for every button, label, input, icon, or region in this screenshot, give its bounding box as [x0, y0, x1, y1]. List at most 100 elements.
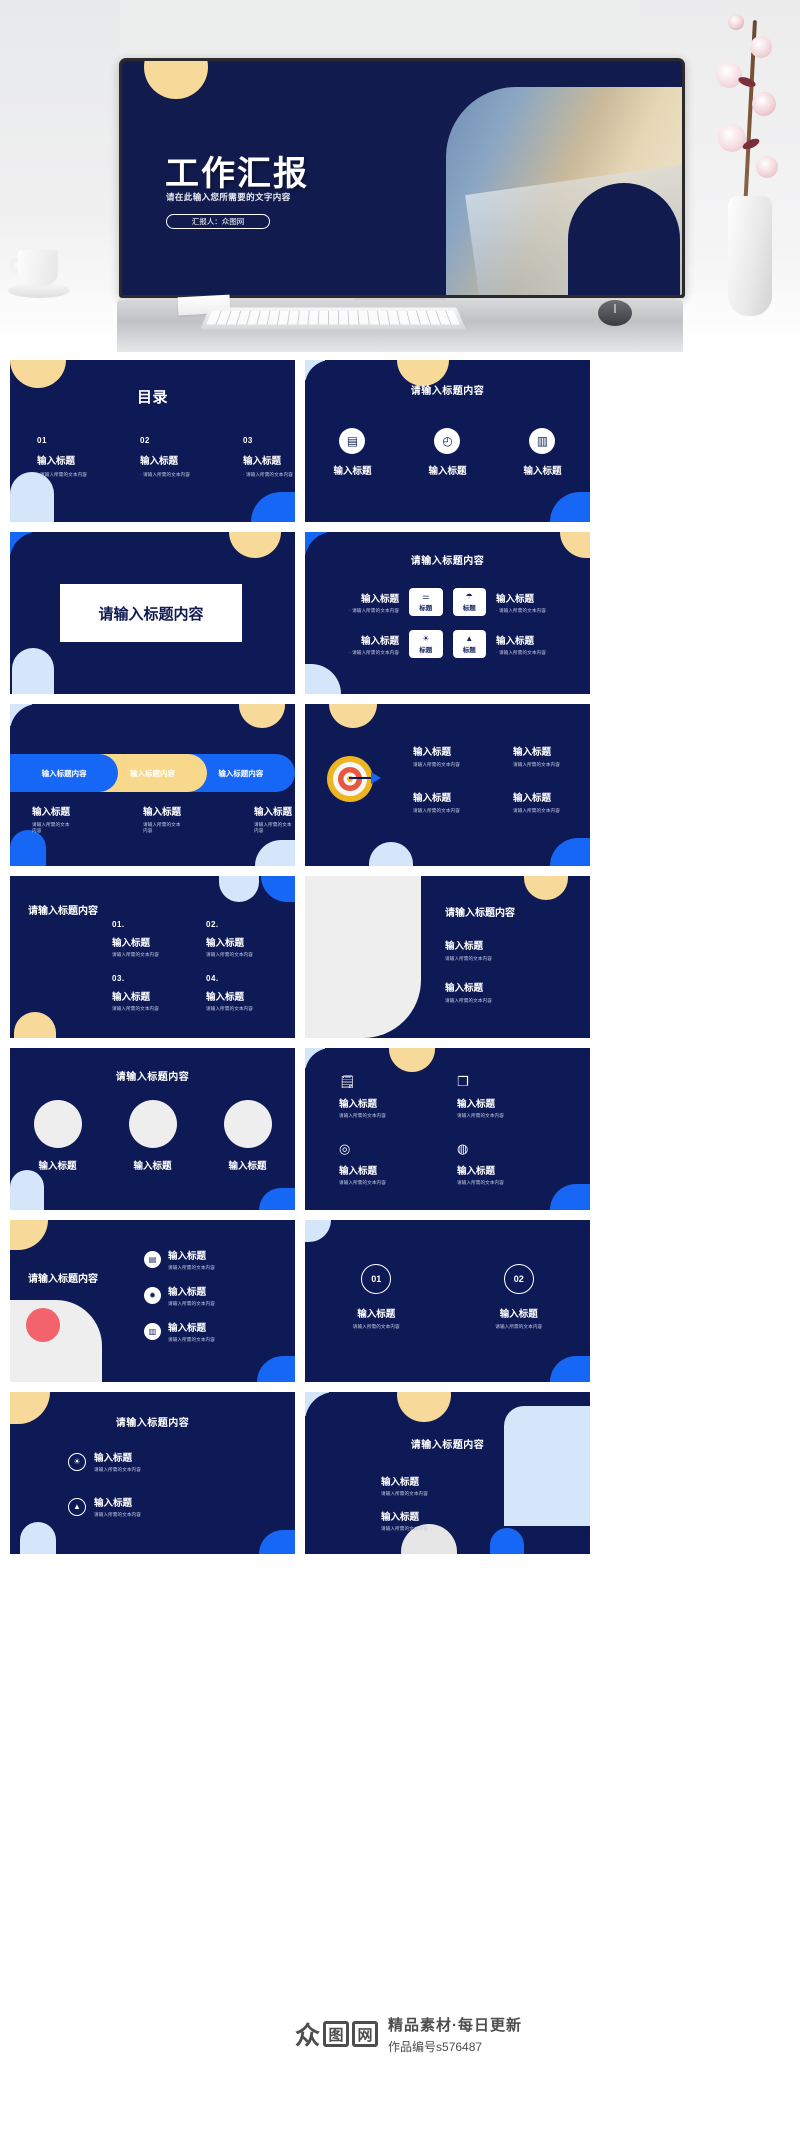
item-title: 输入标题: [381, 1512, 420, 1523]
item-body: 请输入所需的文本内容: [94, 1467, 141, 1472]
numbered-item: 03. 输入标题 请输入所需的文本内容: [112, 974, 190, 1012]
target-item: 输入标题 请输入所需的文本内容: [413, 744, 493, 768]
light-blue-decoration: [504, 1406, 590, 1526]
item-number: 04.: [206, 974, 219, 983]
blue-decoration: [259, 1530, 295, 1554]
list-item: 输入标题 请输入所需的文本内容: [445, 980, 492, 1004]
toc-number: 02: [139, 436, 150, 445]
detail-body: 请输入所需的文本内容: [32, 822, 70, 833]
slide-thumbnail-section-divider[interactable]: 请输入标题内容: [10, 532, 295, 694]
slide-row: 目录 01 输入标题 请输入所需的文本内容 02 输入标题 请输入所需的文本内容…: [10, 360, 790, 522]
toc-item[interactable]: 01 输入标题 请输入所需的文本内容: [37, 436, 87, 478]
icon-item-label: 输入标题: [333, 466, 372, 477]
blossom-icon: [752, 92, 776, 116]
image-circle: [223, 1100, 272, 1148]
chip-item[interactable]: 输入标题 请输入所需的文本内容: [321, 633, 399, 656]
item-body: 请输入所需的文本内容: [168, 1301, 215, 1306]
blossom-icon: [756, 156, 778, 178]
dumbbell-icon[interactable]: ⚌ 标题: [409, 588, 443, 616]
item-number: 02: [503, 1264, 534, 1294]
slide-row: 请输入标题内容 ▤ 输入标题 请输入所需的文本内容 ✹ 输入标题 请输入所需的文…: [10, 1220, 790, 1382]
watermark: 众 图 网 精品素材·每日更新 作品编号s576487: [281, 1992, 800, 2076]
chip-body: 请输入所需的文本内容: [496, 608, 574, 614]
slide-thumbnail-toc[interactable]: 目录 01 输入标题 请输入所需的文本内容 02 输入标题 请输入所需的文本内容…: [10, 360, 295, 522]
toc-body: 请输入所需的文本内容: [243, 472, 293, 478]
slide-thumbnail-title-left-list[interactable]: 请输入标题内容 ▤ 输入标题 请输入所需的文本内容 ✹ 输入标题 请输入所需的文…: [10, 1220, 295, 1382]
hero-mockup: 工作汇报 请在此输入您所需要的文字内容 汇报人：众图网 : [0, 0, 800, 352]
slide-thumbnail-numbered-four[interactable]: 请输入标题内容 01. 输入标题 请输入所需的文本内容 02. 输入标题 请输入…: [10, 876, 295, 1038]
yellow-circle-decoration: [329, 704, 377, 728]
chip-item[interactable]: 输入标题 请输入所需的文本内容: [321, 591, 399, 614]
warning-icon[interactable]: ▲ 标题: [452, 630, 486, 658]
slide-title: 请输入标题内容: [28, 1274, 98, 1285]
blue-decoration: [550, 1184, 590, 1210]
slide-thumbnail-target[interactable]: 输入标题 请输入所需的文本内容 输入标题 请输入所需的文本内容 输入标题 请输入…: [305, 704, 590, 866]
item-title: 输入标题: [445, 941, 484, 952]
icon-item[interactable]: ◴ 输入标题: [428, 428, 467, 477]
line-icon-item: ◍ 输入标题 请输入所需的文本内容: [457, 1141, 565, 1186]
item-body: 请输入所需的文本内容: [168, 1265, 215, 1270]
logo-char-zhong: 众: [295, 2022, 321, 2050]
toc-number: 03: [242, 436, 253, 445]
item-body: 请输入所需的文本内容: [381, 1526, 428, 1531]
item-title: 输入标题: [112, 938, 151, 949]
item-body: 请输入所需的文本内容: [413, 808, 460, 813]
chip-item[interactable]: 输入标题 请输入所需的文本内容: [496, 633, 574, 656]
mouse-cable: [470, 316, 598, 328]
icon-item[interactable]: ▤ 输入标题: [333, 428, 372, 477]
chip-title: 输入标题: [495, 593, 534, 605]
light-blue-decoration: [305, 1220, 331, 1242]
line-icon-item: ❐ 输入标题 请输入所需的文本内容: [457, 1074, 565, 1119]
bulb-icon: ☀: [68, 1452, 86, 1471]
blue-decoration: [261, 876, 295, 902]
line-icon-item: 🗒 输入标题 请输入所需的文本内容: [339, 1074, 447, 1119]
slide-thumbnail-two-icons-left[interactable]: 请输入标题内容 ☀ 输入标题 请输入所需的文本内容 ▲ 输入标题 请输入所需的文…: [10, 1392, 295, 1554]
item-title: 输入标题: [381, 1477, 420, 1488]
target-item: 输入标题 请输入所需的文本内容: [513, 790, 590, 814]
tab-1[interactable]: 输入标题内容: [10, 754, 119, 792]
icon-item[interactable]: ▥ 输入标题: [523, 428, 562, 477]
list-item: 输入标题 请输入所需的文本内容: [381, 1474, 428, 1497]
warning-icon: ▲: [68, 1497, 86, 1516]
toc-item[interactable]: 03 输入标题 请输入所需的文本内容: [243, 436, 293, 478]
slide-thumbnail-two-numbers[interactable]: 01 输入标题 请输入所需的文本内容 02 输入标题 请输入所需的文本内容: [305, 1220, 590, 1382]
item-body: 请输入所需的文本内容: [513, 808, 560, 813]
light-blue-decoration: [255, 840, 295, 866]
toc-item[interactable]: 02 输入标题 请输入所需的文本内容: [140, 436, 190, 478]
light-blue-decoration: [12, 648, 54, 694]
slide-thumbnail-end[interactable]: 请输入标题内容 输入标题 请输入所需的文本内容 输入标题 请输入所需的文本内容: [305, 1392, 590, 1554]
slide-thumbnail-three-icons[interactable]: 请输入标题内容 ▤ 输入标题 ◴ 输入标题 ▥ 输入标题: [305, 360, 590, 522]
blossom-icon: [728, 14, 744, 30]
yellow-circle-decoration: [239, 704, 285, 728]
item-title: 输入标题: [168, 1251, 207, 1262]
lightbulb-icon[interactable]: ☀ 标题: [409, 630, 443, 658]
item-number: 01.: [112, 920, 125, 929]
blue-decoration: [550, 1356, 590, 1382]
slide-thumbnail-image-left[interactable]: 请输入标题内容 输入标题 请输入所需的文本内容 输入标题 请输入所需的文本内容: [305, 876, 590, 1038]
hero-title: 工作汇报: [165, 155, 309, 193]
slide-title: 目录: [136, 389, 168, 406]
chip-item[interactable]: 输入标题 请输入所需的文本内容: [496, 591, 574, 614]
light-blue-decoration: [10, 1170, 44, 1210]
list-item: ▥ 输入标题 请输入所需的文本内容: [144, 1320, 215, 1343]
vase: [728, 196, 772, 316]
title-slide: 工作汇报 请在此输入您所需要的文字内容 汇报人：众图网: [122, 61, 682, 295]
slide-thumbnail-four-chips[interactable]: 请输入标题内容 输入标题 请输入所需的文本内容 ⚌ 标题 ☂ 标题: [305, 532, 590, 694]
chip-body: 请输入所需的文本内容: [496, 650, 574, 656]
item-body: 请输入所需的文本内容: [513, 762, 560, 767]
item-title: 输入标题: [94, 1453, 133, 1464]
slide-thumbnail-three-circles[interactable]: 请输入标题内容 输入标题 输入标题 输入标题: [10, 1048, 295, 1210]
item-number: 01: [361, 1264, 392, 1294]
item-title: 输入标题: [339, 1099, 378, 1110]
line-icon-item: ◎ 输入标题 请输入所需的文本内容: [339, 1141, 447, 1186]
slide-thumbnail-four-line-icons[interactable]: 🗒 输入标题 请输入所需的文本内容 ❐ 输入标题 请输入所需的文本内容 ◎ 输入…: [305, 1048, 590, 1210]
blue-decoration: [550, 838, 590, 866]
umbrella-icon[interactable]: ☂ 标题: [452, 588, 486, 616]
item-title: 输入标题: [413, 793, 452, 804]
site-logo: 众 图 网: [295, 2016, 379, 2052]
slide-thumbnail-tab-bar[interactable]: 输入标题内容 输入标题内容 输入标题内容 输入标题 请输入所需的文本内容 输入标…: [10, 704, 295, 866]
chip-title: 输入标题: [361, 635, 400, 647]
watermark-product-id: 作品编号s576487: [388, 2039, 483, 2054]
target-item: 输入标题 请输入所需的文本内容: [413, 790, 493, 814]
slide-row: 输入标题内容 输入标题内容 输入标题内容 输入标题 请输入所需的文本内容 输入标…: [10, 704, 790, 866]
